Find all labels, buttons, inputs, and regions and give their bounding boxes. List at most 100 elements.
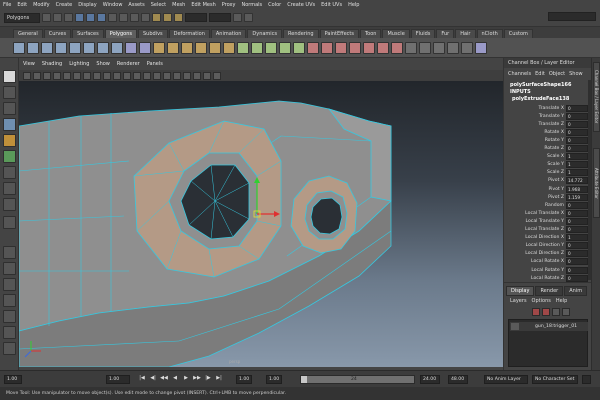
attribute-value[interactable]: 0 xyxy=(566,242,588,250)
tab-display[interactable]: Display xyxy=(506,286,535,296)
shelf-tab-painteffects[interactable]: PaintEffects xyxy=(319,29,359,38)
menu-mesh[interactable]: Mesh xyxy=(172,2,185,8)
menu-layers[interactable]: Layers xyxy=(510,298,527,304)
shelf-tab-muscle[interactable]: Muscle xyxy=(382,29,410,38)
attribute-row[interactable]: Scale X1 xyxy=(504,153,592,161)
attribute-value[interactable]: 0 xyxy=(566,128,588,136)
rotate-tool-icon[interactable] xyxy=(3,134,16,147)
smooth-shade-icon[interactable] xyxy=(143,71,151,80)
go-to-start-button[interactable]: |◀ xyxy=(138,374,146,383)
attribute-value[interactable]: 0 xyxy=(566,266,588,274)
isolate-select-icon[interactable] xyxy=(193,71,201,80)
channel-menu-edit[interactable]: Edit xyxy=(535,71,545,80)
rename-field[interactable] xyxy=(209,13,231,22)
move-tool-icon[interactable] xyxy=(3,118,16,131)
attribute-value[interactable]: 0 xyxy=(566,120,588,128)
attribute-row[interactable]: Pivot Z 1.159 xyxy=(504,193,592,201)
menu-create-uvs[interactable]: Create UVs xyxy=(287,2,315,8)
channel-menu-show[interactable]: Show xyxy=(569,71,583,80)
bevel-icon[interactable] xyxy=(377,41,389,54)
attribute-value[interactable]: 0 xyxy=(566,217,588,225)
anim-end-field[interactable]: 48.00 xyxy=(448,375,468,384)
attribute-row[interactable]: Pivot Y 1.968 xyxy=(504,185,592,193)
shelf-tab-dynamics[interactable]: Dynamics xyxy=(247,29,283,38)
attribute-row[interactable]: Local Rotate X0 xyxy=(504,258,592,266)
persp-uv-layout-icon[interactable] xyxy=(3,326,16,339)
attribute-row[interactable]: Rotate X0 xyxy=(504,128,592,136)
range-end-field[interactable]: 24.00 xyxy=(420,375,440,384)
menu-help[interactable]: Help xyxy=(556,298,567,304)
attribute-row[interactable]: Local Rotate Z0 xyxy=(504,274,592,282)
select-camera-icon[interactable] xyxy=(23,71,31,80)
four-view-layout-icon[interactable] xyxy=(3,262,16,275)
snap-curve-icon[interactable] xyxy=(119,13,128,22)
planar-mapping-icon[interactable] xyxy=(419,41,431,54)
safe-title-icon[interactable] xyxy=(123,71,131,80)
shelf-tab-curves[interactable]: Curves xyxy=(43,29,72,38)
input-field[interactable] xyxy=(185,13,207,22)
scale-tool-icon[interactable] xyxy=(3,150,16,163)
reduce-icon[interactable] xyxy=(265,41,277,54)
input-node-name[interactable]: polyExtrudeFace138 xyxy=(512,96,569,102)
channel-menu-channels[interactable]: Channels xyxy=(508,71,531,80)
tab-anim[interactable]: Anim xyxy=(564,286,588,296)
viewport-menu-shading[interactable]: Shading xyxy=(42,61,62,67)
mirror-geometry-icon[interactable] xyxy=(237,41,249,54)
play-backward-button[interactable]: ◀ xyxy=(171,374,179,383)
show-manipulator-icon[interactable] xyxy=(3,198,16,211)
menu-display[interactable]: Display xyxy=(78,2,96,8)
save-scene-icon[interactable] xyxy=(64,13,73,22)
poly-sphere-icon[interactable] xyxy=(13,41,25,54)
wireframe-on-shaded-icon[interactable] xyxy=(153,71,161,80)
menu-edit[interactable]: Edit xyxy=(17,2,27,8)
menu-file[interactable]: File xyxy=(3,2,11,8)
quick-select-field[interactable] xyxy=(548,12,596,21)
poly-cube-icon[interactable] xyxy=(27,41,39,54)
cylindrical-mapping-icon[interactable] xyxy=(433,41,445,54)
menu-edit-uvs[interactable]: Edit UVs xyxy=(321,2,342,8)
shelf-tab-toon[interactable]: Toon xyxy=(359,29,382,38)
soccer-ball-icon[interactable] xyxy=(139,41,151,54)
shelf-tab-deformation[interactable]: Deformation xyxy=(168,29,210,38)
merge-icon[interactable] xyxy=(391,41,403,54)
step-forward-key-button[interactable]: |▶ xyxy=(204,374,212,383)
open-scene-icon[interactable] xyxy=(53,13,62,22)
go-to-end-button[interactable]: ▶| xyxy=(215,374,223,383)
attribute-value[interactable]: 0 xyxy=(566,136,588,144)
snap-grid-icon[interactable] xyxy=(108,13,117,22)
poly-plane-icon[interactable] xyxy=(69,41,81,54)
textured-icon[interactable] xyxy=(163,71,171,80)
move-layer-up-icon[interactable] xyxy=(532,308,540,316)
soft-modification-icon[interactable] xyxy=(3,182,16,195)
automatic-mapping-icon[interactable] xyxy=(461,41,473,54)
channel-box-tab[interactable]: Channel Box / Layer Editor xyxy=(593,62,600,132)
attribute-value[interactable]: 1 xyxy=(566,161,588,169)
safe-action-icon[interactable] xyxy=(113,71,121,80)
attribute-value[interactable]: 0 xyxy=(566,201,588,209)
select-tool-icon[interactable] xyxy=(3,70,16,83)
current-time-field[interactable]: 1.00 xyxy=(106,375,130,384)
universal-manipulator-icon[interactable] xyxy=(3,166,16,179)
range-slider-handle[interactable] xyxy=(301,376,307,383)
shape-node-name[interactable]: polySurfaceShape166 xyxy=(510,82,571,88)
hypershade-layout-icon[interactable] xyxy=(3,310,16,323)
boolean-difference-icon[interactable] xyxy=(209,41,221,54)
menu-proxy[interactable]: Proxy xyxy=(222,2,236,8)
use-all-lights-icon[interactable] xyxy=(173,71,181,80)
snap-plane-icon[interactable] xyxy=(141,13,150,22)
render-current-frame-icon[interactable] xyxy=(152,13,161,22)
shelf-tab-polygons[interactable]: Polygons xyxy=(104,29,137,38)
checker-uv-icon[interactable] xyxy=(405,41,417,54)
attribute-row[interactable]: Local Rotate Y0 xyxy=(504,266,592,274)
gate-mask-icon[interactable] xyxy=(93,71,101,80)
poly-cone-icon[interactable] xyxy=(55,41,67,54)
spherical-mapping-icon[interactable] xyxy=(447,41,459,54)
paint-select-tool-icon[interactable] xyxy=(3,102,16,115)
split-polygon-icon[interactable] xyxy=(321,41,333,54)
bridge-icon[interactable] xyxy=(363,41,375,54)
menu-assets[interactable]: Assets xyxy=(128,2,144,8)
menu-edit-mesh[interactable]: Edit Mesh xyxy=(191,2,215,8)
poly-cylinder-icon[interactable] xyxy=(41,41,53,54)
attribute-editor-tab[interactable]: Attribute Editor xyxy=(593,148,600,218)
quadrangulate-icon[interactable] xyxy=(293,41,305,54)
